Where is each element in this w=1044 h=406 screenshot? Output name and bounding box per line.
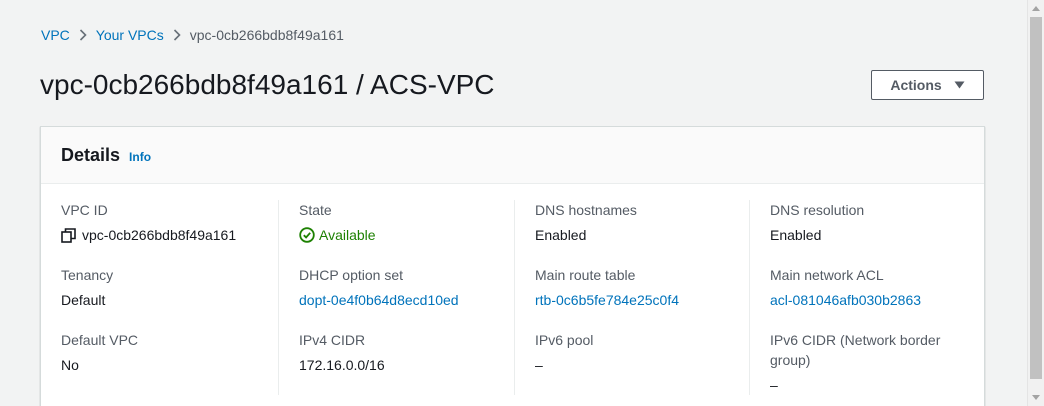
field-value: Default: [61, 292, 106, 308]
breadcrumb-current: vpc-0cb266bdb8f49a161: [189, 27, 344, 43]
field-ipv4-cidr: IPv4 CIDR 172.16.0.0/16: [299, 330, 502, 395]
field-label: VPC ID: [61, 202, 108, 218]
field-label: IPv6 CIDR (Network border group): [770, 332, 941, 368]
actions-button[interactable]: Actions: [871, 70, 984, 100]
field-main-route-table: Main route table rtb-0c6b5fe784e25c0f4: [535, 265, 737, 330]
details-grid: VPC ID vpc-0cb266bdb8f49a161 Tenancy Def…: [41, 200, 984, 395]
vpc-details-page: VPC Your VPCs vpc-0cb266bdb8f49a161 vpc-…: [0, 0, 1044, 406]
field-value: Enabled: [535, 227, 587, 243]
field-label: Default VPC: [61, 332, 139, 348]
field-label: Main route table: [535, 267, 636, 283]
field-ipv6-pool: IPv6 pool –: [535, 330, 737, 395]
caret-down-icon: [954, 81, 965, 89]
details-panel: Details Info VPC ID vpc-0cb266bdb8f49a16…: [40, 126, 985, 406]
scroll-down-arrow-icon[interactable]: [1028, 389, 1044, 406]
field-tenancy: Tenancy Default: [61, 265, 266, 330]
field-dhcp-option-set: DHCP option set dopt-0e4f0b64d8ecd10ed: [299, 265, 502, 330]
field-value: 172.16.0.0/16: [299, 357, 385, 373]
field-label: Main network ACL: [770, 267, 884, 283]
field-label: DNS hostnames: [535, 202, 637, 218]
actions-button-label: Actions: [890, 77, 942, 93]
dhcp-option-set-link[interactable]: dopt-0e4f0b64d8ecd10ed: [299, 290, 502, 310]
field-dns-hostnames: DNS hostnames Enabled: [535, 200, 737, 265]
field-value: Available: [299, 225, 502, 245]
state-value: Available: [319, 227, 376, 243]
main-route-table-link[interactable]: rtb-0c6b5fe784e25c0f4: [535, 290, 737, 310]
copy-icon[interactable]: [61, 227, 76, 243]
field-state: State Available: [299, 200, 502, 265]
vertical-scrollbar[interactable]: [1027, 0, 1044, 406]
details-column-3: DNS hostnames Enabled Main route table r…: [514, 200, 749, 395]
breadcrumb: VPC Your VPCs vpc-0cb266bdb8f49a161: [41, 26, 344, 44]
vpc-id-value: vpc-0cb266bdb8f49a161: [82, 227, 237, 243]
main-network-acl-link[interactable]: acl-081046afb030b2863: [770, 290, 972, 310]
field-vpc-id: VPC ID vpc-0cb266bdb8f49a161: [61, 200, 266, 265]
chevron-right-icon: [70, 29, 96, 41]
field-value: –: [535, 357, 543, 373]
field-label: IPv4 CIDR: [299, 332, 366, 348]
details-column-2: State Available DHCP option set dopt-0e4…: [278, 200, 514, 395]
details-title: Details: [61, 144, 121, 165]
field-dns-resolution: DNS resolution Enabled: [770, 200, 972, 265]
breadcrumb-your-vpcs[interactable]: Your VPCs: [96, 27, 164, 43]
field-label: Tenancy: [61, 267, 114, 283]
field-value: Enabled: [770, 227, 822, 243]
field-value: vpc-0cb266bdb8f49a161: [61, 225, 266, 245]
field-main-network-acl: Main network ACL acl-081046afb030b2863: [770, 265, 972, 330]
details-panel-header: Details Info: [41, 127, 984, 184]
breadcrumb-vpc[interactable]: VPC: [41, 27, 70, 43]
field-value: –: [770, 377, 778, 393]
scrollbar-thumb[interactable]: [1030, 17, 1042, 379]
details-column-4: DNS resolution Enabled Main network ACL …: [749, 200, 984, 395]
field-label: IPv6 pool: [535, 332, 594, 348]
details-column-1: VPC ID vpc-0cb266bdb8f49a161 Tenancy Def…: [41, 200, 278, 395]
field-label: DHCP option set: [299, 267, 404, 283]
check-circle-icon: [299, 227, 315, 243]
field-label: DNS resolution: [770, 202, 865, 218]
info-link[interactable]: Info: [129, 150, 151, 164]
chevron-right-icon: [164, 29, 190, 41]
field-value: No: [61, 357, 79, 373]
scroll-up-arrow-icon[interactable]: [1028, 0, 1044, 17]
field-label: State: [299, 202, 332, 218]
field-default-vpc: Default VPC No: [61, 330, 266, 395]
field-ipv6-cidr: IPv6 CIDR (Network border group) –: [770, 330, 972, 395]
page-title: vpc-0cb266bdb8f49a161 / ACS-VPC: [40, 69, 495, 100]
